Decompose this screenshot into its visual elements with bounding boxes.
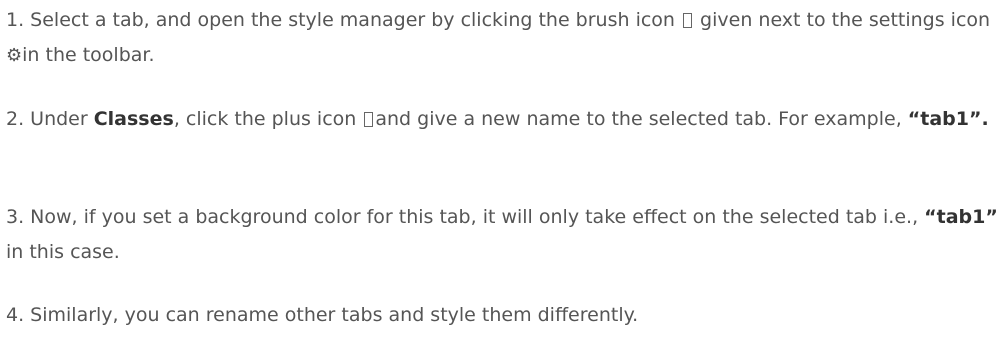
plus-icon [364, 112, 374, 127]
step-3-text-a: 3. Now, if you set a background color fo… [6, 206, 925, 228]
step-1-text-b: given next to the settings icon [694, 9, 991, 31]
step-1-text-a: 1. Select a tab, and open the style mana… [6, 9, 682, 31]
tab1-example: “tab1”. [907, 108, 989, 130]
classes-label: Classes [93, 108, 174, 130]
step-1-text-c: in the toolbar. [22, 44, 155, 66]
step-4-text: 4. Similarly, you can rename other tabs … [6, 304, 639, 326]
step-3: 3. Now, if you set a background color fo… [6, 200, 998, 270]
step-2-text-a: 2. Under [6, 108, 94, 130]
step-2-text-c: and give a new name to the selected tab.… [375, 108, 908, 130]
settings-icon: ⚙ [6, 45, 23, 66]
step-3-text-b: in this case. [6, 241, 120, 263]
step-2: 2. Under Classes, click the plus icon an… [6, 102, 998, 137]
instructions-document: 1. Select a tab, and open the style mana… [0, 0, 1004, 363]
step-2-text-b: , click the plus icon [173, 108, 363, 130]
step-1: 1. Select a tab, and open the style mana… [6, 3, 998, 73]
step-4: 4. Similarly, you can rename other tabs … [6, 298, 998, 333]
brush-icon [683, 13, 693, 28]
tab1-name: “tab1” [924, 206, 998, 228]
